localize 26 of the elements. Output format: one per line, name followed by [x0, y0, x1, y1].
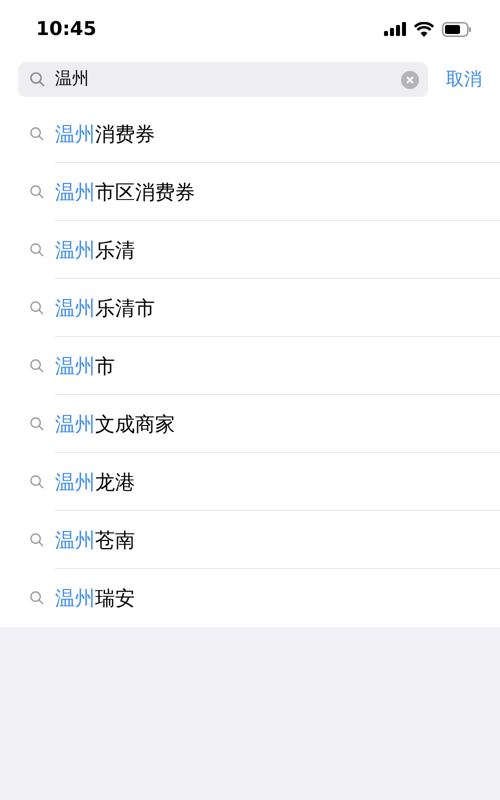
search-field[interactable]: 温州 [18, 62, 428, 97]
search-icon [30, 591, 44, 605]
battery-icon [442, 22, 472, 36]
search-icon [30, 243, 44, 257]
search-icon [30, 533, 44, 547]
search-icon [30, 475, 44, 489]
suggestion-item[interactable]: 温州市 [55, 350, 115, 380]
suggestion-item[interactable]: 温州消费券 [55, 118, 155, 148]
suggestion-item[interactable]: 温州市区消费券 [55, 176, 195, 206]
search-icon [30, 72, 45, 87]
suggestion-item[interactable]: 温州瑞安 [55, 583, 135, 613]
status-time: 10:45 [36, 16, 96, 42]
wifi-icon [414, 22, 434, 36]
suggestion-item[interactable]: 温州龙港 [55, 466, 135, 496]
suggestion-item[interactable]: 温州乐清市 [55, 292, 155, 322]
search-icon [30, 127, 44, 141]
search-query: 温州 [55, 68, 90, 91]
suggestion-item[interactable]: 温州文成商家 [55, 408, 175, 438]
search-icon [30, 301, 44, 315]
search-icon [30, 417, 44, 431]
clear-icon[interactable] [401, 70, 419, 88]
signal-icon [384, 22, 406, 36]
search-icon [30, 185, 44, 199]
search-icon [30, 359, 44, 373]
suggestion-item[interactable]: 温州苍南 [55, 524, 135, 554]
suggestion-item[interactable]: 温州乐清 [55, 234, 135, 264]
